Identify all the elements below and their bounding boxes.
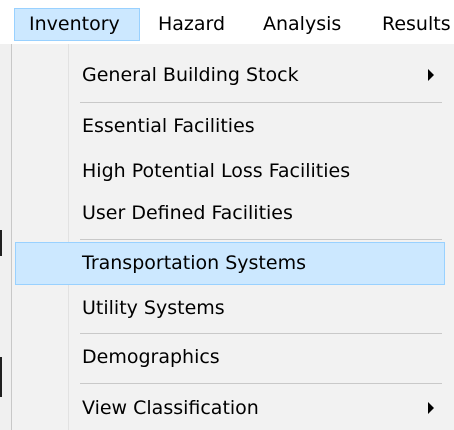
menu-item-transportation-systems[interactable]: Transportation Systems xyxy=(15,242,445,285)
edge-mark xyxy=(0,230,2,256)
menu-item-general-building-stock[interactable]: General Building Stock xyxy=(15,54,445,96)
menu-analysis[interactable]: Analysis xyxy=(263,8,341,41)
application-window: Inventory Hazard Analysis Results Genera… xyxy=(0,0,454,430)
menu-item-label: Essential Facilities xyxy=(82,115,255,137)
chevron-right-icon xyxy=(428,69,434,81)
menu-item-label: High Potential Loss Facilities xyxy=(82,160,351,182)
menu-item-label: Utility Systems xyxy=(82,297,225,319)
menu-hazard[interactable]: Hazard xyxy=(158,8,225,41)
menu-separator xyxy=(80,383,442,384)
menu-separator xyxy=(80,102,442,103)
menu-item-label: View Classification xyxy=(82,397,259,419)
menu-item-demographics[interactable]: Demographics xyxy=(15,336,445,378)
menu-separator xyxy=(80,239,442,240)
menu-item-essential-facilities[interactable]: Essential Facilities xyxy=(15,105,445,147)
menu-separator xyxy=(80,333,442,334)
menu-inventory[interactable]: Inventory xyxy=(14,8,140,41)
menu-item-label: General Building Stock xyxy=(82,64,299,86)
menu-item-utility-systems[interactable]: Utility Systems xyxy=(15,287,445,329)
menu-item-label: User Defined Facilities xyxy=(82,202,293,224)
inventory-dropdown-menu: General Building Stock Essential Facilit… xyxy=(11,44,454,430)
menu-item-label: Transportation Systems xyxy=(82,252,306,274)
menu-item-label: Demographics xyxy=(82,346,220,368)
menu-item-high-potential-loss-facilities[interactable]: High Potential Loss Facilities xyxy=(15,150,445,192)
menu-item-user-defined-facilities[interactable]: User Defined Facilities xyxy=(15,192,445,234)
edge-mark xyxy=(0,357,2,397)
menu-bar: Inventory Hazard Analysis Results xyxy=(0,0,454,45)
menu-item-view-classification[interactable]: View Classification xyxy=(15,387,445,429)
menu-results[interactable]: Results xyxy=(382,8,451,41)
chevron-right-icon xyxy=(428,402,434,414)
